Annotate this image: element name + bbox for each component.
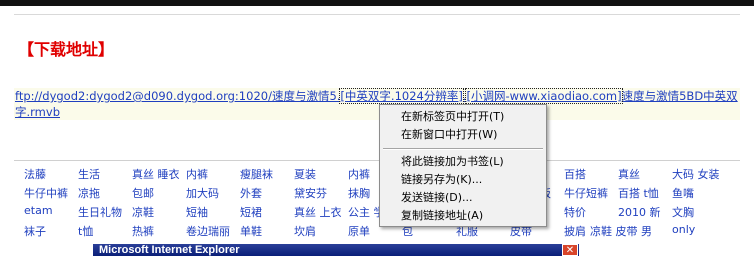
menu-item-label: 将此链接加为书签(L): [401, 155, 504, 168]
menu-bookmark-link[interactable]: 将此链接加为书签(L): [380, 153, 546, 171]
tag-link[interactable]: 坎肩: [294, 223, 316, 239]
download-section-title: 【下载地址】: [18, 40, 115, 59]
download-link-text-4[interactable]: [小调网-www.xiaodiao.com]: [465, 88, 623, 104]
tag-link[interactable]: etam: [24, 204, 53, 217]
tag-link[interactable]: 法藤: [24, 166, 46, 182]
tag-link[interactable]: 鱼嘴: [672, 185, 694, 201]
tag-link[interactable]: 热裤: [132, 223, 154, 239]
tag-link[interactable]: 单鞋: [240, 223, 262, 239]
menu-save-link-as[interactable]: 链接另存为(K)...: [380, 171, 546, 189]
tag-link[interactable]: 夏装: [294, 166, 316, 182]
tag-link[interactable]: 特价: [564, 204, 586, 220]
menu-item-label: 链接另存为(K)...: [401, 173, 483, 186]
tag-link[interactable]: 文胸: [672, 204, 694, 220]
menu-item-label: 在新窗口中打开(W): [401, 128, 498, 141]
menu-open-new-window[interactable]: 在新窗口中打开(W): [380, 126, 546, 144]
menu-item-label: 发送链接(D)...: [401, 191, 473, 204]
menu-open-new-tab[interactable]: 在新标签页中打开(T): [380, 108, 546, 126]
menu-copy-link-address[interactable]: 复制链接地址(A): [380, 207, 546, 225]
tag-link[interactable]: 袜子: [24, 223, 46, 239]
tag-link[interactable]: t恤: [78, 223, 93, 239]
tag-link[interactable]: 大码 女装: [672, 166, 720, 182]
tag-link[interactable]: 牛仔短裤: [564, 185, 608, 201]
download-link-text-1[interactable]: ftp://dygod2:dygod2@d090.dygod.org:1020/…: [15, 89, 340, 103]
tag-link[interactable]: 凉鞋: [132, 204, 154, 220]
tag-link[interactable]: 凉拖: [78, 185, 100, 201]
ie-dialog-titlebar[interactable]: Microsoft Internet Explorer: [93, 244, 579, 256]
download-link-text-2[interactable]: [中英双字.1024分辨率]: [339, 88, 464, 104]
tag-link[interactable]: 真丝 睡衣: [132, 166, 180, 182]
tag-link[interactable]: 真丝: [618, 166, 640, 182]
close-icon[interactable]: ✕: [562, 244, 578, 256]
menu-item-label: 在新标签页中打开(T): [401, 110, 505, 123]
tag-link[interactable]: 包邮: [132, 185, 154, 201]
tag-link[interactable]: 生日礼物: [78, 204, 122, 220]
top-black-bar: [0, 0, 754, 6]
tag-link[interactable]: 短裙: [240, 204, 262, 220]
tag-link[interactable]: 黛安芬: [294, 185, 327, 201]
menu-send-link[interactable]: 发送链接(D)...: [380, 189, 546, 207]
tag-link[interactable]: 凉鞋 皮带 男: [590, 223, 652, 239]
tag-link[interactable]: 披肩: [564, 223, 586, 239]
tag-link[interactable]: 内裤: [186, 166, 208, 182]
top-divider: [14, 14, 740, 15]
tag-link[interactable]: 卷边瑞丽: [186, 223, 230, 239]
tag-divider: [14, 160, 740, 161]
tag-link[interactable]: 抹胸: [348, 185, 370, 201]
tag-link[interactable]: 百搭 t恤: [618, 185, 659, 201]
tag-link[interactable]: 百搭: [564, 166, 586, 182]
tag-link[interactable]: 真丝 上衣: [294, 204, 342, 220]
tag-link[interactable]: 瘦腿袜: [240, 166, 273, 182]
menu-separator: [383, 148, 543, 150]
tag-link[interactable]: only: [672, 223, 695, 236]
tag-link[interactable]: 2010 新: [618, 204, 661, 220]
tag-link[interactable]: 牛仔中裤: [24, 185, 68, 201]
tag-link[interactable]: 原单: [348, 223, 370, 239]
menu-item-label: 复制链接地址(A): [401, 209, 484, 222]
tag-link[interactable]: 生活: [78, 166, 100, 182]
ie-dialog-title: Microsoft Internet Explorer: [99, 244, 240, 256]
tag-link[interactable]: 短袖: [186, 204, 208, 220]
tag-link[interactable]: 加大码: [186, 185, 219, 201]
tag-link[interactable]: 外套: [240, 185, 262, 201]
tag-link[interactable]: 内裤: [348, 166, 370, 182]
context-menu: 在新标签页中打开(T) 在新窗口中打开(W) 将此链接加为书签(L) 链接另存为…: [379, 104, 547, 227]
